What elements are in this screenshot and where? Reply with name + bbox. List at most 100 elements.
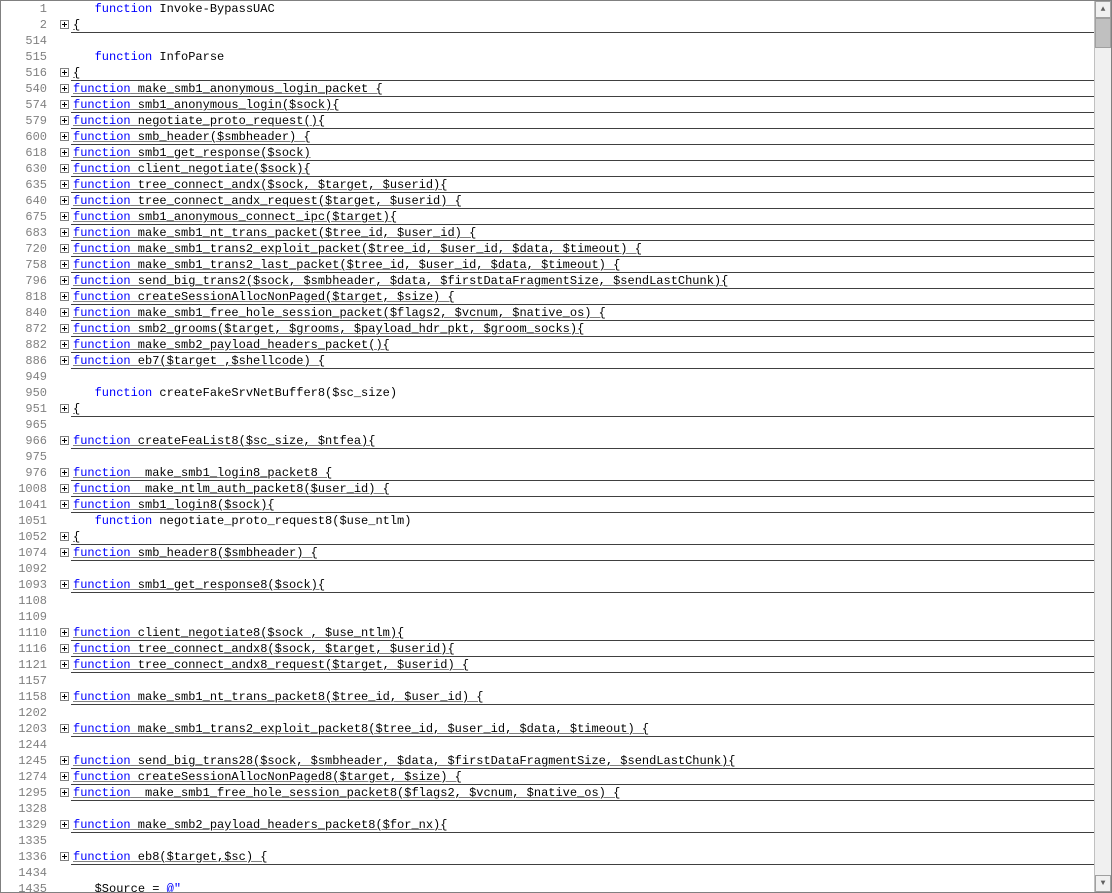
code-text[interactable]: function smb1_get_response8($sock){	[71, 577, 1094, 593]
expand-icon[interactable]	[60, 644, 69, 653]
fold-gutter[interactable]	[57, 641, 71, 657]
code-text[interactable]: function make_smb1_nt_trans_packet($tree…	[71, 225, 1094, 241]
code-line[interactable]: 516{	[1, 65, 1094, 81]
code-line[interactable]: 1435 $Source = @"	[1, 881, 1094, 892]
code-line[interactable]: 1052{	[1, 529, 1094, 545]
code-line[interactable]: 1074function smb_header8($smbheader) {	[1, 545, 1094, 561]
code-line[interactable]: 951{	[1, 401, 1094, 417]
code-text[interactable]: function createFakeSrvNetBuffer8($sc_siz…	[71, 385, 1094, 401]
fold-gutter[interactable]	[57, 177, 71, 193]
fold-gutter[interactable]	[57, 625, 71, 641]
code-line[interactable]: 1203function make_smb1_trans2_exploit_pa…	[1, 721, 1094, 737]
code-line[interactable]: 1008function make_ntlm_auth_packet8($use…	[1, 481, 1094, 497]
code-text[interactable]: function smb1_anonymous_connect_ipc($tar…	[71, 209, 1094, 225]
code-line[interactable]: 758function make_smb1_trans2_last_packet…	[1, 257, 1094, 273]
fold-gutter[interactable]	[57, 849, 71, 865]
code-line[interactable]: 1121function tree_connect_andx8_request(…	[1, 657, 1094, 673]
code-line[interactable]: 1329function make_smb2_payload_headers_p…	[1, 817, 1094, 833]
expand-icon[interactable]	[60, 84, 69, 93]
expand-icon[interactable]	[60, 116, 69, 125]
code-text[interactable]: function make_smb1_free_hole_session_pac…	[71, 305, 1094, 321]
code-text[interactable]	[71, 737, 1094, 753]
code-text[interactable]: function make_smb1_trans2_exploit_packet…	[71, 721, 1094, 737]
code-line[interactable]: 630function client_negotiate($sock){	[1, 161, 1094, 177]
code-text[interactable]: function make_smb1_free_hole_session_pac…	[71, 785, 1094, 801]
code-line[interactable]: 640function tree_connect_andx_request($t…	[1, 193, 1094, 209]
code-text[interactable]	[71, 561, 1094, 577]
code-line[interactable]: 600function smb_header($smbheader) {	[1, 129, 1094, 145]
fold-gutter[interactable]	[57, 817, 71, 833]
expand-icon[interactable]	[60, 756, 69, 765]
code-line[interactable]: 1158function make_smb1_nt_trans_packet8(…	[1, 689, 1094, 705]
code-text[interactable]	[71, 801, 1094, 817]
expand-icon[interactable]	[60, 260, 69, 269]
expand-icon[interactable]	[60, 244, 69, 253]
fold-gutter[interactable]	[57, 401, 71, 417]
fold-gutter[interactable]	[57, 273, 71, 289]
fold-gutter[interactable]	[57, 161, 71, 177]
code-line[interactable]: 796function send_big_trans2($sock, $smbh…	[1, 273, 1094, 289]
expand-icon[interactable]	[60, 500, 69, 509]
code-text[interactable]: {	[71, 17, 1094, 33]
fold-gutter[interactable]	[57, 65, 71, 81]
expand-icon[interactable]	[60, 660, 69, 669]
code-line[interactable]: 1202	[1, 705, 1094, 721]
code-text[interactable]	[71, 865, 1094, 881]
fold-gutter[interactable]	[57, 81, 71, 97]
code-text[interactable]: function make_smb2_payload_headers_packe…	[71, 337, 1094, 353]
code-line[interactable]: 675function smb1_anonymous_connect_ipc($…	[1, 209, 1094, 225]
fold-gutter[interactable]	[57, 289, 71, 305]
fold-gutter[interactable]	[57, 785, 71, 801]
code-text[interactable]: function client_negotiate8($sock , $use_…	[71, 625, 1094, 641]
expand-icon[interactable]	[60, 180, 69, 189]
code-line[interactable]: 1109	[1, 609, 1094, 625]
fold-gutter[interactable]	[57, 721, 71, 737]
fold-gutter[interactable]	[57, 545, 71, 561]
code-area[interactable]: 1 function Invoke-BypassUAC2{514515 func…	[1, 1, 1094, 892]
code-line[interactable]: 840function make_smb1_free_hole_session_…	[1, 305, 1094, 321]
fold-gutter[interactable]	[57, 465, 71, 481]
code-text[interactable]	[71, 449, 1094, 465]
code-text[interactable]: function tree_connect_andx_request($targ…	[71, 193, 1094, 209]
code-line[interactable]: 618function smb1_get_response($sock)	[1, 145, 1094, 161]
code-text[interactable]: function make_smb1_anonymous_login_packe…	[71, 81, 1094, 97]
code-text[interactable]: function tree_connect_andx8_request($tar…	[71, 657, 1094, 673]
code-line[interactable]: 1274function createSessionAllocNonPaged8…	[1, 769, 1094, 785]
fold-gutter[interactable]	[57, 209, 71, 225]
expand-icon[interactable]	[60, 772, 69, 781]
code-text[interactable]	[71, 593, 1094, 609]
scroll-down-button[interactable]: ▼	[1095, 875, 1111, 892]
code-text[interactable]: function make_smb1_login8_packet8 {	[71, 465, 1094, 481]
code-line[interactable]: 514	[1, 33, 1094, 49]
code-text[interactable]: function make_smb2_payload_headers_packe…	[71, 817, 1094, 833]
expand-icon[interactable]	[60, 404, 69, 413]
expand-icon[interactable]	[60, 356, 69, 365]
code-text[interactable]: function client_negotiate($sock){	[71, 161, 1094, 177]
expand-icon[interactable]	[60, 148, 69, 157]
code-text[interactable]: function createFeaList8($sc_size, $ntfea…	[71, 433, 1094, 449]
expand-icon[interactable]	[60, 852, 69, 861]
fold-gutter[interactable]	[57, 321, 71, 337]
code-line[interactable]: 975	[1, 449, 1094, 465]
code-line[interactable]: 966function createFeaList8($sc_size, $nt…	[1, 433, 1094, 449]
expand-icon[interactable]	[60, 100, 69, 109]
code-text[interactable]: function smb_header($smbheader) {	[71, 129, 1094, 145]
code-line[interactable]: 976function make_smb1_login8_packet8 {	[1, 465, 1094, 481]
code-line[interactable]: 2{	[1, 17, 1094, 33]
code-text[interactable]: function eb8($target,$sc) {	[71, 849, 1094, 865]
expand-icon[interactable]	[60, 308, 69, 317]
code-line[interactable]: 1092	[1, 561, 1094, 577]
fold-gutter[interactable]	[57, 481, 71, 497]
expand-icon[interactable]	[60, 436, 69, 445]
expand-icon[interactable]	[60, 324, 69, 333]
code-line[interactable]: 1093function smb1_get_response8($sock){	[1, 577, 1094, 593]
code-line[interactable]: 1335	[1, 833, 1094, 849]
code-text[interactable]: function make_smb1_trans2_exploit_packet…	[71, 241, 1094, 257]
expand-icon[interactable]	[60, 484, 69, 493]
fold-gutter[interactable]	[57, 257, 71, 273]
fold-gutter[interactable]	[57, 753, 71, 769]
code-line[interactable]: 950 function createFakeSrvNetBuffer8($sc…	[1, 385, 1094, 401]
code-text[interactable]: function InfoParse	[71, 49, 1094, 65]
fold-gutter[interactable]	[57, 529, 71, 545]
code-text[interactable]: {	[71, 529, 1094, 545]
